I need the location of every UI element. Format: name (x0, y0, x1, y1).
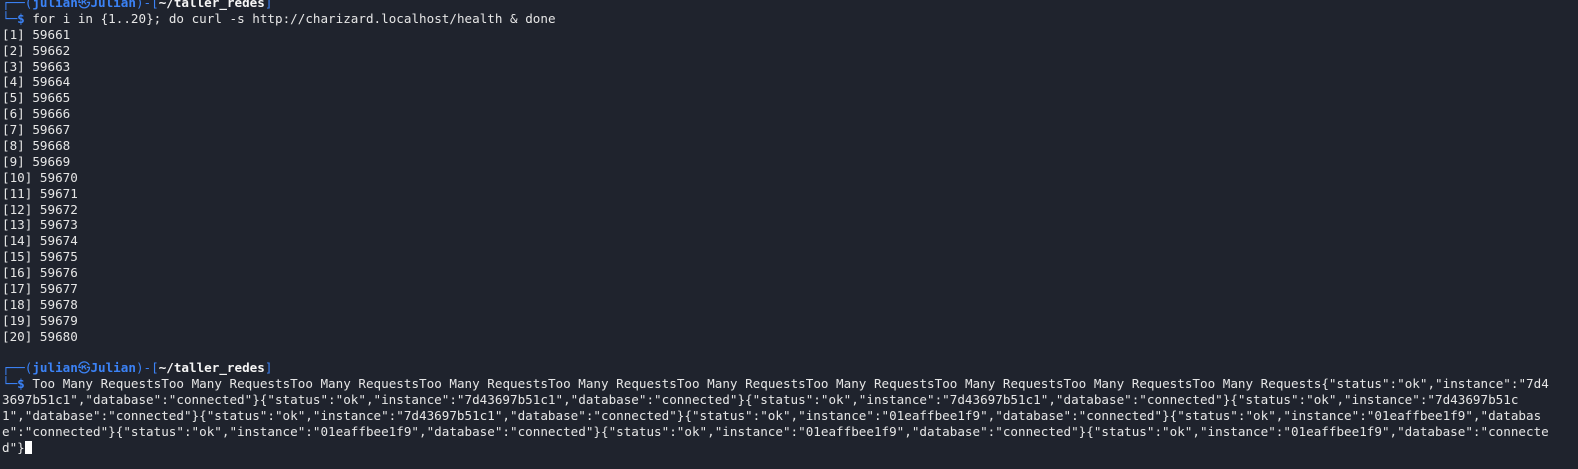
job-line: [19] 59679 (2, 312, 78, 328)
prompt-user: julian (32, 360, 78, 376)
job-line: [16] 59676 (2, 265, 78, 281)
command-text: for i in {1..20}; do curl -s http://char… (32, 10, 556, 26)
job-line: [3] 59663 (2, 58, 71, 74)
prompt-frame-open: ┌──( (2, 0, 33, 10)
prompt-dollar: $ (17, 376, 25, 392)
job-line: [11] 59671 (2, 185, 78, 201)
job-line: [5] 59665 (2, 90, 71, 106)
job-line: [17] 59677 (2, 281, 78, 297)
job-line: [9] 59669 (2, 153, 71, 169)
job-line: [8] 59668 (2, 138, 71, 154)
prompt-frame-open: ┌──( (2, 360, 33, 376)
job-line: [15] 59675 (2, 249, 78, 265)
prompt-header: ┌──(julian㉿Julian)-[~/taller_redes] (2, 360, 1578, 376)
curl-output[interactable]: └─$ Too Many RequestsToo Many RequestsTo… (2, 376, 1554, 456)
text-cursor[interactable] (24, 441, 32, 454)
prompt-frame-close: ] (264, 360, 273, 376)
command-line: └─$ for i in {1..20}; do curl -s http://… (2, 11, 1578, 27)
prompt-at-icon: ㉿ (77, 0, 91, 10)
job-list: [1] 59661 [2] 59662 [3] 59663 [4] 59664 … (2, 27, 1578, 345)
job-line: [4] 59664 (2, 74, 71, 90)
prompt-frame-mid: )-[ (135, 0, 159, 10)
prompt-frame-close: ] (264, 0, 273, 10)
prompt-at-icon: ㉿ (77, 360, 91, 376)
job-line: [13] 59673 (2, 217, 78, 233)
job-line: [14] 59674 (2, 233, 78, 249)
job-line: [18] 59678 (2, 296, 78, 312)
job-line: [6] 59666 (2, 106, 71, 122)
prompt-host: Julian (90, 0, 136, 10)
prompt-frame-bottom: └─ (2, 376, 18, 392)
prompt-path: ~/taller_redes (158, 0, 265, 10)
prompt-frame-bottom: └─ (2, 10, 18, 26)
job-line: [12] 59672 (2, 201, 78, 217)
terminal-window[interactable]: ┌──(julian㉿Julian)-[~/taller_redes] └─$ … (0, 0, 1578, 469)
output-text: Too Many RequestsToo Many RequestsToo Ma… (2, 376, 1549, 455)
job-line: [7] 59667 (2, 122, 71, 138)
job-line: [10] 59670 (2, 169, 78, 185)
job-line: [2] 59662 (2, 42, 71, 58)
prompt-user: julian (32, 0, 78, 10)
prompt-path: ~/taller_redes (158, 360, 265, 376)
prompt-dollar: $ (17, 10, 25, 26)
prompt-header: ┌──(julian㉿Julian)-[~/taller_redes] (2, 0, 1578, 11)
job-line: [1] 59661 (2, 26, 71, 42)
prompt-frame-mid: )-[ (135, 360, 159, 376)
prompt-host: Julian (90, 360, 136, 376)
job-line: [20] 59680 (2, 328, 78, 344)
